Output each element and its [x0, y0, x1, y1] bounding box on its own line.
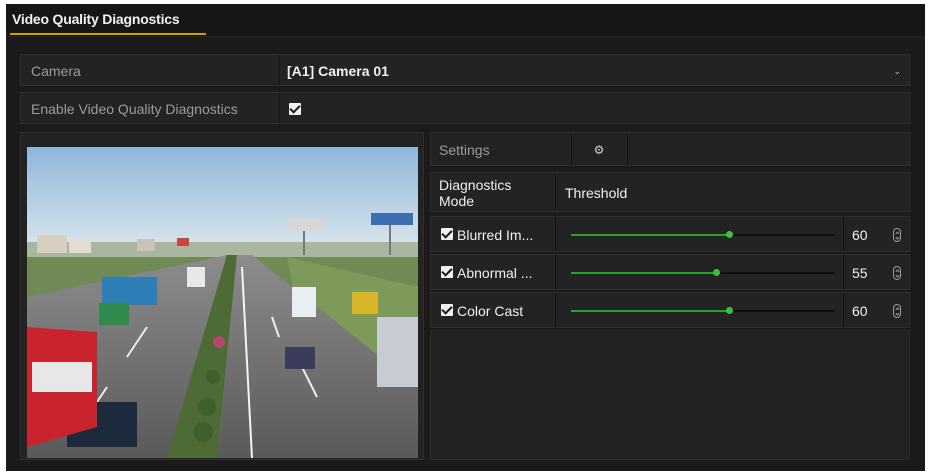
slider-fill: [571, 310, 730, 312]
diagnostics-mode-header: Diagnostics Mode: [439, 177, 512, 209]
settings-label: Settings: [439, 142, 490, 158]
color-cast-slider[interactable]: [571, 307, 835, 314]
diagnostics-table-header: Diagnostics Mode Threshold: [430, 172, 910, 212]
diagnostic-name: Color Cast: [457, 303, 524, 319]
threshold-value[interactable]: 55: [852, 255, 868, 291]
spinner-icon[interactable]: [893, 228, 901, 242]
divider: [279, 55, 280, 85]
spinner-icon[interactable]: [893, 304, 901, 318]
divider: [843, 255, 844, 289]
slider-knob[interactable]: [726, 307, 734, 314]
title-bar: Video Quality Diagnostics: [6, 4, 925, 37]
enable-diagnostics-row: Enable Video Quality Diagnostics: [20, 92, 910, 124]
settings-row: Settings ⚙: [430, 132, 910, 166]
empty-panel: [430, 330, 910, 460]
diagnostic-row-blurred: Blurred Im... 60: [430, 216, 910, 252]
video-quality-diagnostics-window: Video Quality Diagnostics Camera [A1] Ca…: [6, 4, 925, 471]
threshold-header: Threshold: [565, 185, 628, 201]
active-tab-underline: [10, 33, 206, 35]
divider: [843, 293, 844, 327]
divider: [555, 255, 556, 289]
diagnostic-name: Abnormal ...: [457, 265, 533, 281]
slider-knob[interactable]: [726, 231, 734, 238]
divider: [555, 173, 556, 211]
spinner-icon[interactable]: [893, 266, 901, 280]
chevron-down-icon[interactable]: ⌄: [893, 66, 901, 77]
page-title[interactable]: Video Quality Diagnostics: [12, 11, 180, 27]
diagnostic-name: Blurred Im...: [457, 227, 534, 243]
diagnostic-row-color-cast: Color Cast 60: [430, 292, 910, 328]
threshold-value[interactable]: 60: [852, 293, 868, 329]
camera-live-view: [27, 147, 418, 458]
camera-value[interactable]: [A1] Camera 01: [287, 55, 389, 87]
divider: [555, 293, 556, 327]
divider: [571, 133, 572, 165]
video-preview-panel: [20, 132, 424, 460]
enable-diagnostics-checkbox[interactable]: [289, 103, 301, 115]
blurred-image-checkbox[interactable]: [441, 228, 453, 240]
threshold-value[interactable]: 60: [852, 217, 868, 253]
slider-fill: [571, 272, 717, 274]
diagnostic-row-abnormal: Abnormal ... 55: [430, 254, 910, 290]
divider: [279, 93, 280, 123]
slider-fill: [571, 234, 730, 236]
abnormal-checkbox[interactable]: [441, 266, 453, 278]
camera-select[interactable]: Camera [A1] Camera 01 ⌄: [20, 54, 910, 86]
color-cast-checkbox[interactable]: [441, 304, 453, 316]
divider: [627, 133, 628, 165]
gear-icon[interactable]: ⚙: [579, 133, 619, 167]
highway-camera-image: [27, 147, 418, 458]
blurred-image-slider[interactable]: [571, 231, 835, 238]
enable-diagnostics-label: Enable Video Quality Diagnostics: [31, 101, 238, 117]
divider: [843, 217, 844, 251]
abnormal-slider[interactable]: [571, 269, 835, 276]
slider-knob[interactable]: [713, 269, 721, 276]
divider: [555, 217, 556, 251]
camera-label: Camera: [31, 63, 81, 79]
